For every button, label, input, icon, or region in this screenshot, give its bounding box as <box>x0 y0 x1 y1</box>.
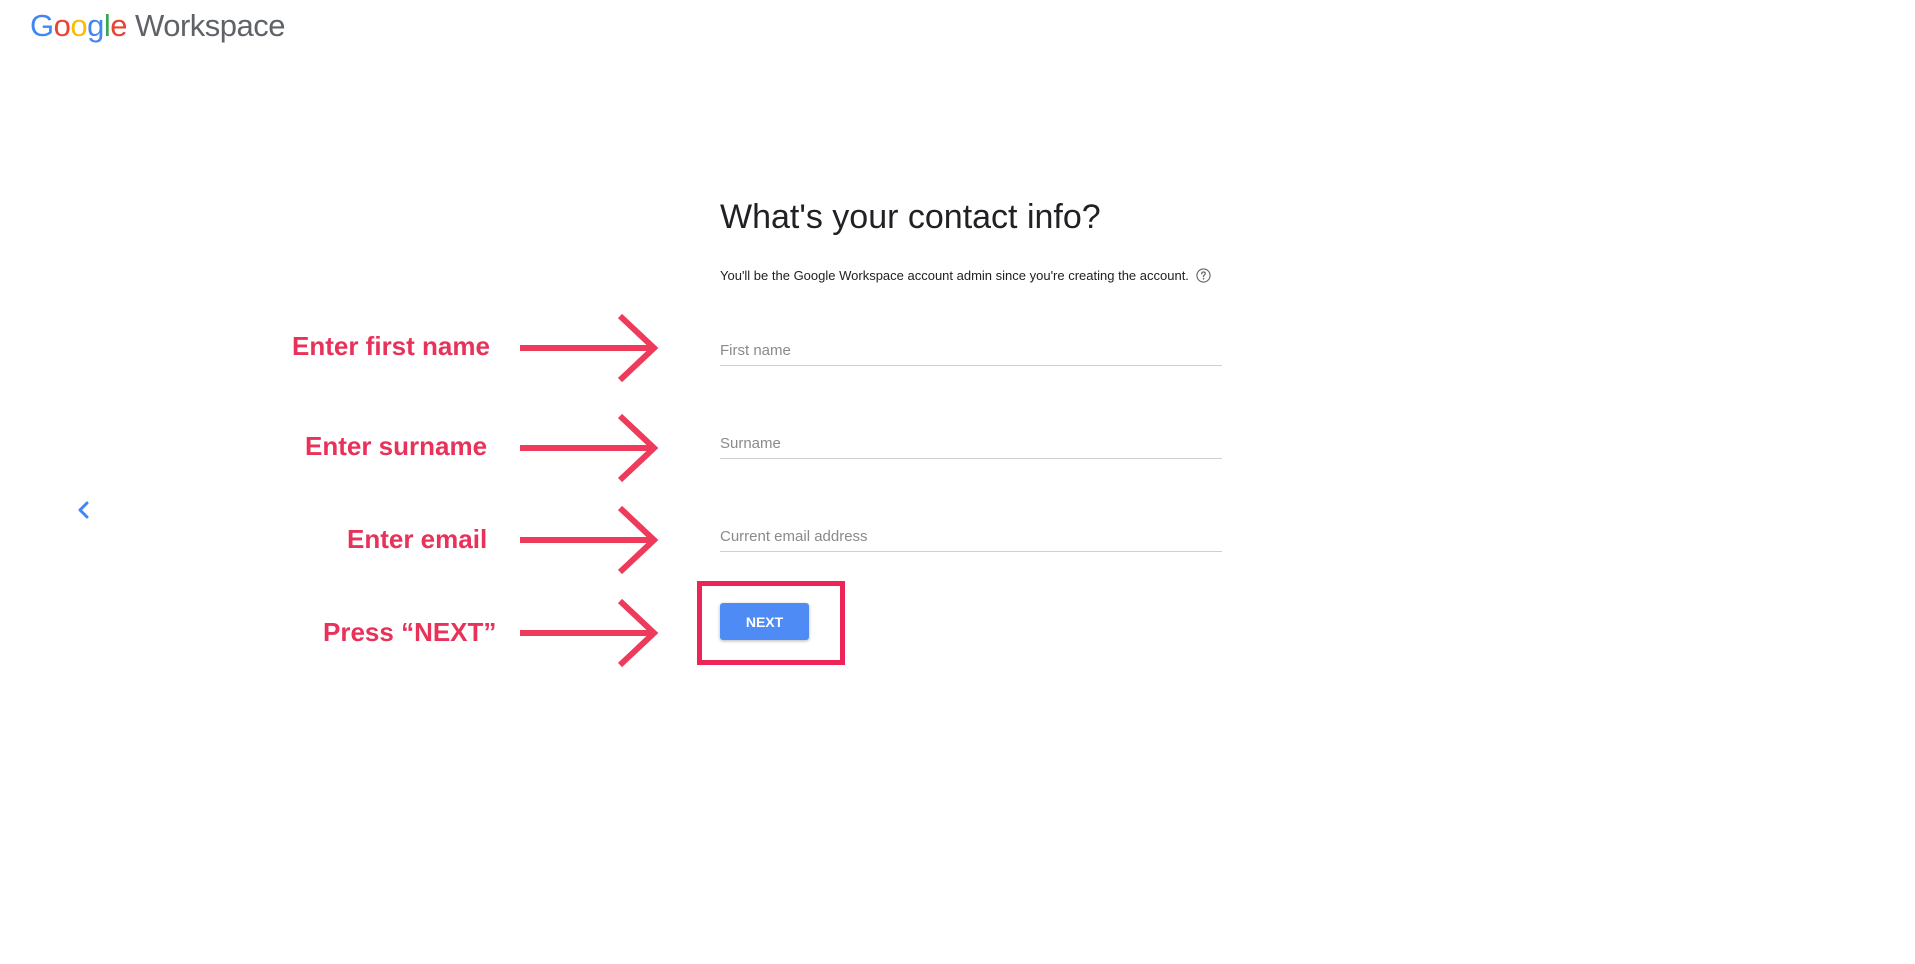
page: Google Workspace What's your contact info… <box>0 0 1915 964</box>
subtitle-text: You'll be the Google Workspace account a… <box>720 268 1189 283</box>
email-input[interactable] <box>720 523 1222 549</box>
page-title: What's your contact info? <box>720 198 1101 236</box>
back-button[interactable] <box>72 496 98 524</box>
arrow-right-icon <box>520 505 659 575</box>
question-circle-icon[interactable] <box>1196 268 1211 283</box>
chevron-left-icon <box>78 501 89 519</box>
logo-letter: g <box>87 8 104 43</box>
email-field <box>720 523 1222 552</box>
annotation-next: Press “NEXT” <box>323 617 497 647</box>
logo-letter: o <box>53 8 71 43</box>
subtitle-row: You'll be the Google Workspace account a… <box>720 268 1211 283</box>
annotation-first-name: Enter first name <box>292 331 490 361</box>
first-name-input[interactable] <box>720 337 1222 363</box>
google-workspace-logo[interactable]: Google Workspace <box>30 8 286 44</box>
annotation-surname: Enter surname <box>305 431 488 461</box>
logo-letter: o <box>70 8 88 43</box>
surname-field <box>720 430 1222 459</box>
annotation-email: Enter email <box>347 524 488 554</box>
logo-letter: e <box>110 8 128 43</box>
arrow-right-icon <box>520 598 659 668</box>
product-name: Workspace <box>135 8 286 43</box>
first-name-field <box>720 337 1222 366</box>
logo-letter: G <box>30 8 54 43</box>
arrow-right-icon <box>520 413 659 483</box>
arrow-right-icon <box>520 313 659 383</box>
surname-input[interactable] <box>720 430 1222 456</box>
next-button[interactable]: NEXT <box>720 603 809 640</box>
